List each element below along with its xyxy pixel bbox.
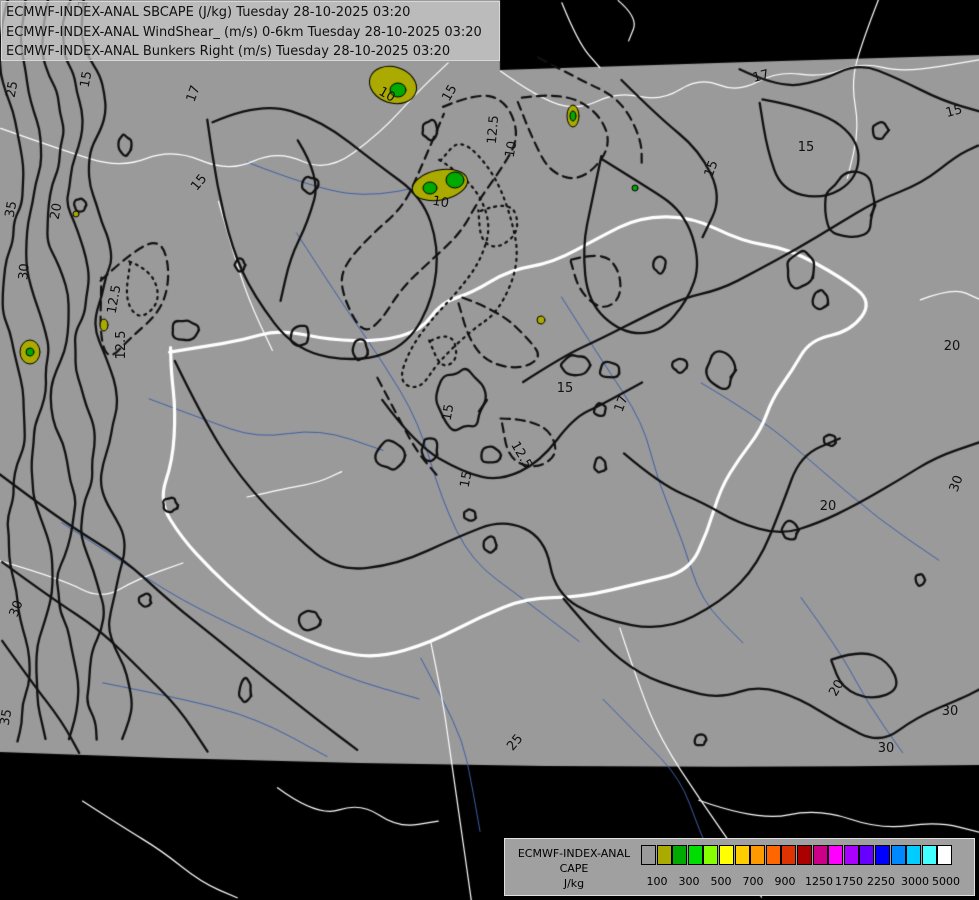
legend-swatch: [797, 845, 812, 865]
map-header: ECMWF-INDEX-ANAL SBCAPE (J/kg) Tuesday 2…: [1, 1, 500, 61]
legend-swatch: [875, 845, 890, 865]
legend-swatch: [859, 845, 875, 865]
legend-swatch: [890, 845, 906, 865]
cape-legend: ECMWF-INDEX-ANAL CAPE J/kg 100 300 500 700 9…: [504, 838, 975, 896]
legend-title-model: ECMWF-INDEX-ANAL: [517, 847, 631, 860]
weather-map[interactable]: [0, 0, 979, 900]
legend-title-field: CAPE: [559, 862, 589, 875]
legend-swatch: [843, 845, 859, 865]
legend-swatch: [750, 845, 766, 865]
legend-swatch: [921, 845, 937, 865]
legend-swatch: [641, 845, 656, 865]
header-line-windshear: ECMWF-INDEX-ANAL WindShear_ (m/s) 0-6km …: [6, 25, 482, 40]
legend-tick-label: 1750: [835, 875, 863, 888]
legend-tick-label: 2250: [867, 875, 895, 888]
legend-tick-label: 300: [678, 875, 700, 888]
legend-swatch: [687, 845, 703, 865]
header-line-cape: ECMWF-INDEX-ANAL SBCAPE (J/kg) Tuesday 2…: [6, 5, 411, 20]
legend-swatch: [703, 845, 719, 865]
legend-swatch: [828, 845, 844, 865]
legend-title-unit: J/kg: [563, 877, 585, 890]
legend-swatch: [672, 845, 688, 865]
legend-swatch: [937, 845, 953, 865]
legend-swatch: [812, 845, 828, 865]
legend-swatch: [765, 845, 781, 865]
legend-tick-label: 500: [710, 875, 732, 888]
legend-swatch: [906, 845, 922, 865]
legend-tick-label: 700: [742, 875, 764, 888]
legend-swatch: [781, 845, 797, 865]
legend-swatch: [734, 845, 750, 865]
header-line-bunkers: ECMWF-INDEX-ANAL Bunkers Right (m/s) Tue…: [6, 44, 451, 59]
legend-tick-label: 100: [646, 875, 668, 888]
legend-tick-label: 3000: [901, 875, 929, 888]
legend-swatch: [719, 845, 734, 865]
legend-tick-label: 5000: [932, 875, 960, 888]
legend-tick-label: 1250: [805, 875, 833, 888]
legend-swatch: [656, 845, 672, 865]
legend-tick-label: 900: [774, 875, 796, 888]
